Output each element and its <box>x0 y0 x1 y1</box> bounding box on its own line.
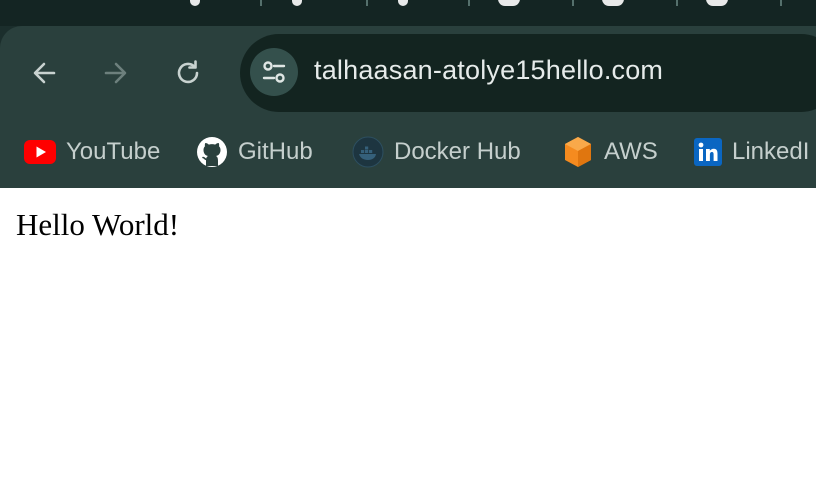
tab-separator <box>780 0 782 6</box>
tab-strip[interactable] <box>0 0 816 26</box>
browser-toolbar: talhaasan-atolye15hello.com YouTube GitH… <box>0 26 816 188</box>
bookmark-label: LinkedI <box>732 138 810 165</box>
reload-icon <box>177 60 199 84</box>
tab-favicon-fragment <box>498 0 520 6</box>
forward-button[interactable] <box>96 53 136 93</box>
github-icon <box>197 137 227 167</box>
tab-separator <box>260 0 262 6</box>
browser-frame: talhaasan-atolye15hello.com YouTube GitH… <box>0 0 816 188</box>
bookmarks-bar: YouTube GitHub Docker Hub AWS LinkedI <box>0 126 816 178</box>
bookmark-label: GitHub <box>238 138 313 165</box>
bookmark-linkedin[interactable]: LinkedI <box>694 126 809 178</box>
tab-favicon-fragment <box>190 0 200 6</box>
tab-favicon-fragment <box>292 0 302 6</box>
back-arrow-icon <box>33 62 56 84</box>
bookmark-label: Docker Hub <box>394 138 521 165</box>
site-info-button[interactable] <box>250 48 298 96</box>
bookmark-aws[interactable]: AWS <box>562 126 658 178</box>
bookmark-docker-hub[interactable]: Docker Hub <box>352 126 521 178</box>
bookmark-github[interactable]: GitHub <box>196 126 313 178</box>
bookmark-youtube[interactable]: YouTube <box>24 126 160 178</box>
bookmark-label: YouTube <box>66 138 161 165</box>
back-button[interactable] <box>24 53 64 93</box>
forward-arrow-icon <box>104 62 127 84</box>
linkedin-icon <box>694 138 722 166</box>
tab-favicon-fragment <box>398 0 408 6</box>
bookmark-label: AWS <box>604 138 658 165</box>
tune-icon <box>262 61 286 83</box>
address-bar[interactable]: talhaasan-atolye15hello.com <box>240 34 816 112</box>
page-content: Hello World! <box>0 188 816 494</box>
reload-button[interactable] <box>168 53 208 93</box>
docker-icon <box>352 136 384 168</box>
tab-separator <box>572 0 574 6</box>
tab-favicon-fragment <box>602 0 624 6</box>
aws-icon <box>565 137 591 167</box>
tab-separator <box>468 0 470 6</box>
tab-separator <box>366 0 368 6</box>
page-heading: Hello World! <box>16 207 180 242</box>
youtube-icon <box>24 140 56 164</box>
url-text[interactable]: talhaasan-atolye15hello.com <box>314 55 663 86</box>
tab-separator <box>676 0 678 6</box>
tab-favicon-fragment <box>706 0 728 6</box>
